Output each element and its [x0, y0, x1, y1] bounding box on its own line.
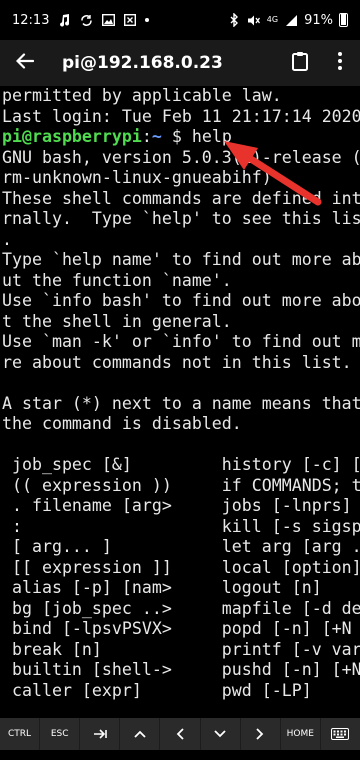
close-box-icon [123, 13, 137, 27]
more-vert-icon [338, 52, 342, 74]
arrow-up-icon [134, 730, 146, 738]
mute-icon [247, 13, 261, 27]
prompt-command: help [191, 127, 232, 146]
terminal-bottom-gap [0, 710, 360, 718]
prompt-user-host: pi@raspberrypi [2, 127, 142, 146]
prompt-symbol: $ [161, 127, 192, 146]
app-actions [280, 40, 360, 86]
prompt-line: pi@raspberrypi:~ $ help [2, 127, 358, 148]
terminal-line: ut the function `name'. [2, 270, 232, 290]
status-right: 4G 91% [227, 13, 348, 28]
terminal-line: re about commands not in this list. [2, 352, 352, 372]
bluetooth-icon [227, 13, 241, 27]
terminal-line: permitted by applicable law. [2, 86, 282, 105]
network-type: 4G [266, 15, 279, 24]
terminal-line: Use `info bash' to find out more abou [2, 291, 360, 310]
overflow-menu-button[interactable] [320, 40, 360, 86]
terminal-line: (( expression )) if COMMANDS; t> [2, 475, 360, 495]
home-key[interactable]: HOME [281, 718, 321, 750]
prompt-separator: : [141, 127, 152, 146]
battery-percent: 91% [304, 12, 333, 28]
status-bar: 12:13 4G 91% [0, 0, 360, 40]
arrow-right-icon [256, 728, 264, 740]
signal-icon [284, 13, 298, 27]
terminal-line: [[ expression ]] local [option]> [2, 557, 360, 577]
session-title: pi@192.168.0.23 [62, 53, 223, 73]
arrow-right-key[interactable] [241, 718, 281, 750]
tab-icon [93, 729, 107, 739]
keyboard-icon [331, 728, 350, 740]
terminal-line: t the shell in general. [2, 311, 232, 331]
paste-clipboard-button[interactable] [280, 40, 320, 86]
terminal-line: These shell commands are defined inte [2, 188, 360, 208]
terminal-line: Use `man -k' or `info' to find out mo [2, 332, 360, 351]
terminal-line: the command is disabled. [2, 414, 242, 433]
terminal-line: [ arg... ] let arg [arg .> [2, 537, 360, 556]
terminal-line: builtin [shell-> pushd [-n] [+N> [2, 660, 360, 679]
arrow-left-key[interactable] [160, 718, 201, 750]
arrow-left-icon [176, 728, 184, 740]
terminal-line: caller [expr] pwd [-LP] [2, 680, 312, 700]
ctrl-key[interactable]: CTRL [0, 718, 41, 750]
music-note-icon [57, 13, 71, 27]
arrow-back-icon [15, 53, 35, 73]
arrow-down-icon [214, 730, 226, 738]
esc-key[interactable]: ESC [40, 718, 81, 750]
clipboard-icon [292, 51, 308, 75]
terminal-line: bind [-lpsvPSVX> popd [-n] [+N > [2, 619, 360, 638]
prompt-path: ~ [151, 127, 162, 146]
extra-keys-bar: CTRL ESC HOME [0, 718, 360, 750]
arrow-down-key[interactable] [201, 718, 241, 750]
tab-key[interactable] [80, 718, 121, 750]
back-button[interactable] [0, 40, 50, 86]
app-bar: pi@192.168.0.23 [0, 40, 360, 86]
terminal-line: Last login: Tue Feb 11 21:17:14 2020 [2, 106, 360, 126]
battery-icon [339, 13, 348, 27]
terminal-line: break [n] printf [-v var> [2, 639, 360, 659]
image-icon [101, 13, 115, 27]
system-nav-strip [0, 750, 360, 760]
terminal-line: rnally. Type `help' to see this list [2, 209, 360, 228]
clock: 12:13 [12, 12, 50, 28]
notification-dot [145, 18, 150, 22]
terminal-line: rm-unknown-linux-gnueabihf) [2, 168, 272, 187]
sync-icon [79, 13, 93, 27]
terminal-output[interactable]: permitted by applicable law. Last login:… [0, 86, 360, 710]
terminal-line: alias [-p] [nam> logout [n] [2, 578, 322, 597]
terminal-line: . filename [arg> jobs [-lnprs] [2, 496, 352, 515]
terminal-line: bg [job_spec ..> mapfile [-d de> [2, 598, 360, 618]
terminal-line: GNU bash, version 5.0.3(1)-release (a [2, 147, 360, 167]
status-left: 12:13 [12, 12, 150, 28]
terminal-line: A star (*) next to a name means that [2, 393, 360, 413]
terminal-line: . [2, 229, 12, 249]
arrow-up-key[interactable] [120, 718, 161, 750]
keyboard-toggle-key[interactable] [321, 718, 360, 750]
terminal-line: Type `help name' to find out more abo [2, 250, 360, 269]
terminal-line: : kill [-s sigsp> [2, 516, 360, 536]
terminal-line: job_spec [&] history [-c] [> [2, 455, 360, 474]
